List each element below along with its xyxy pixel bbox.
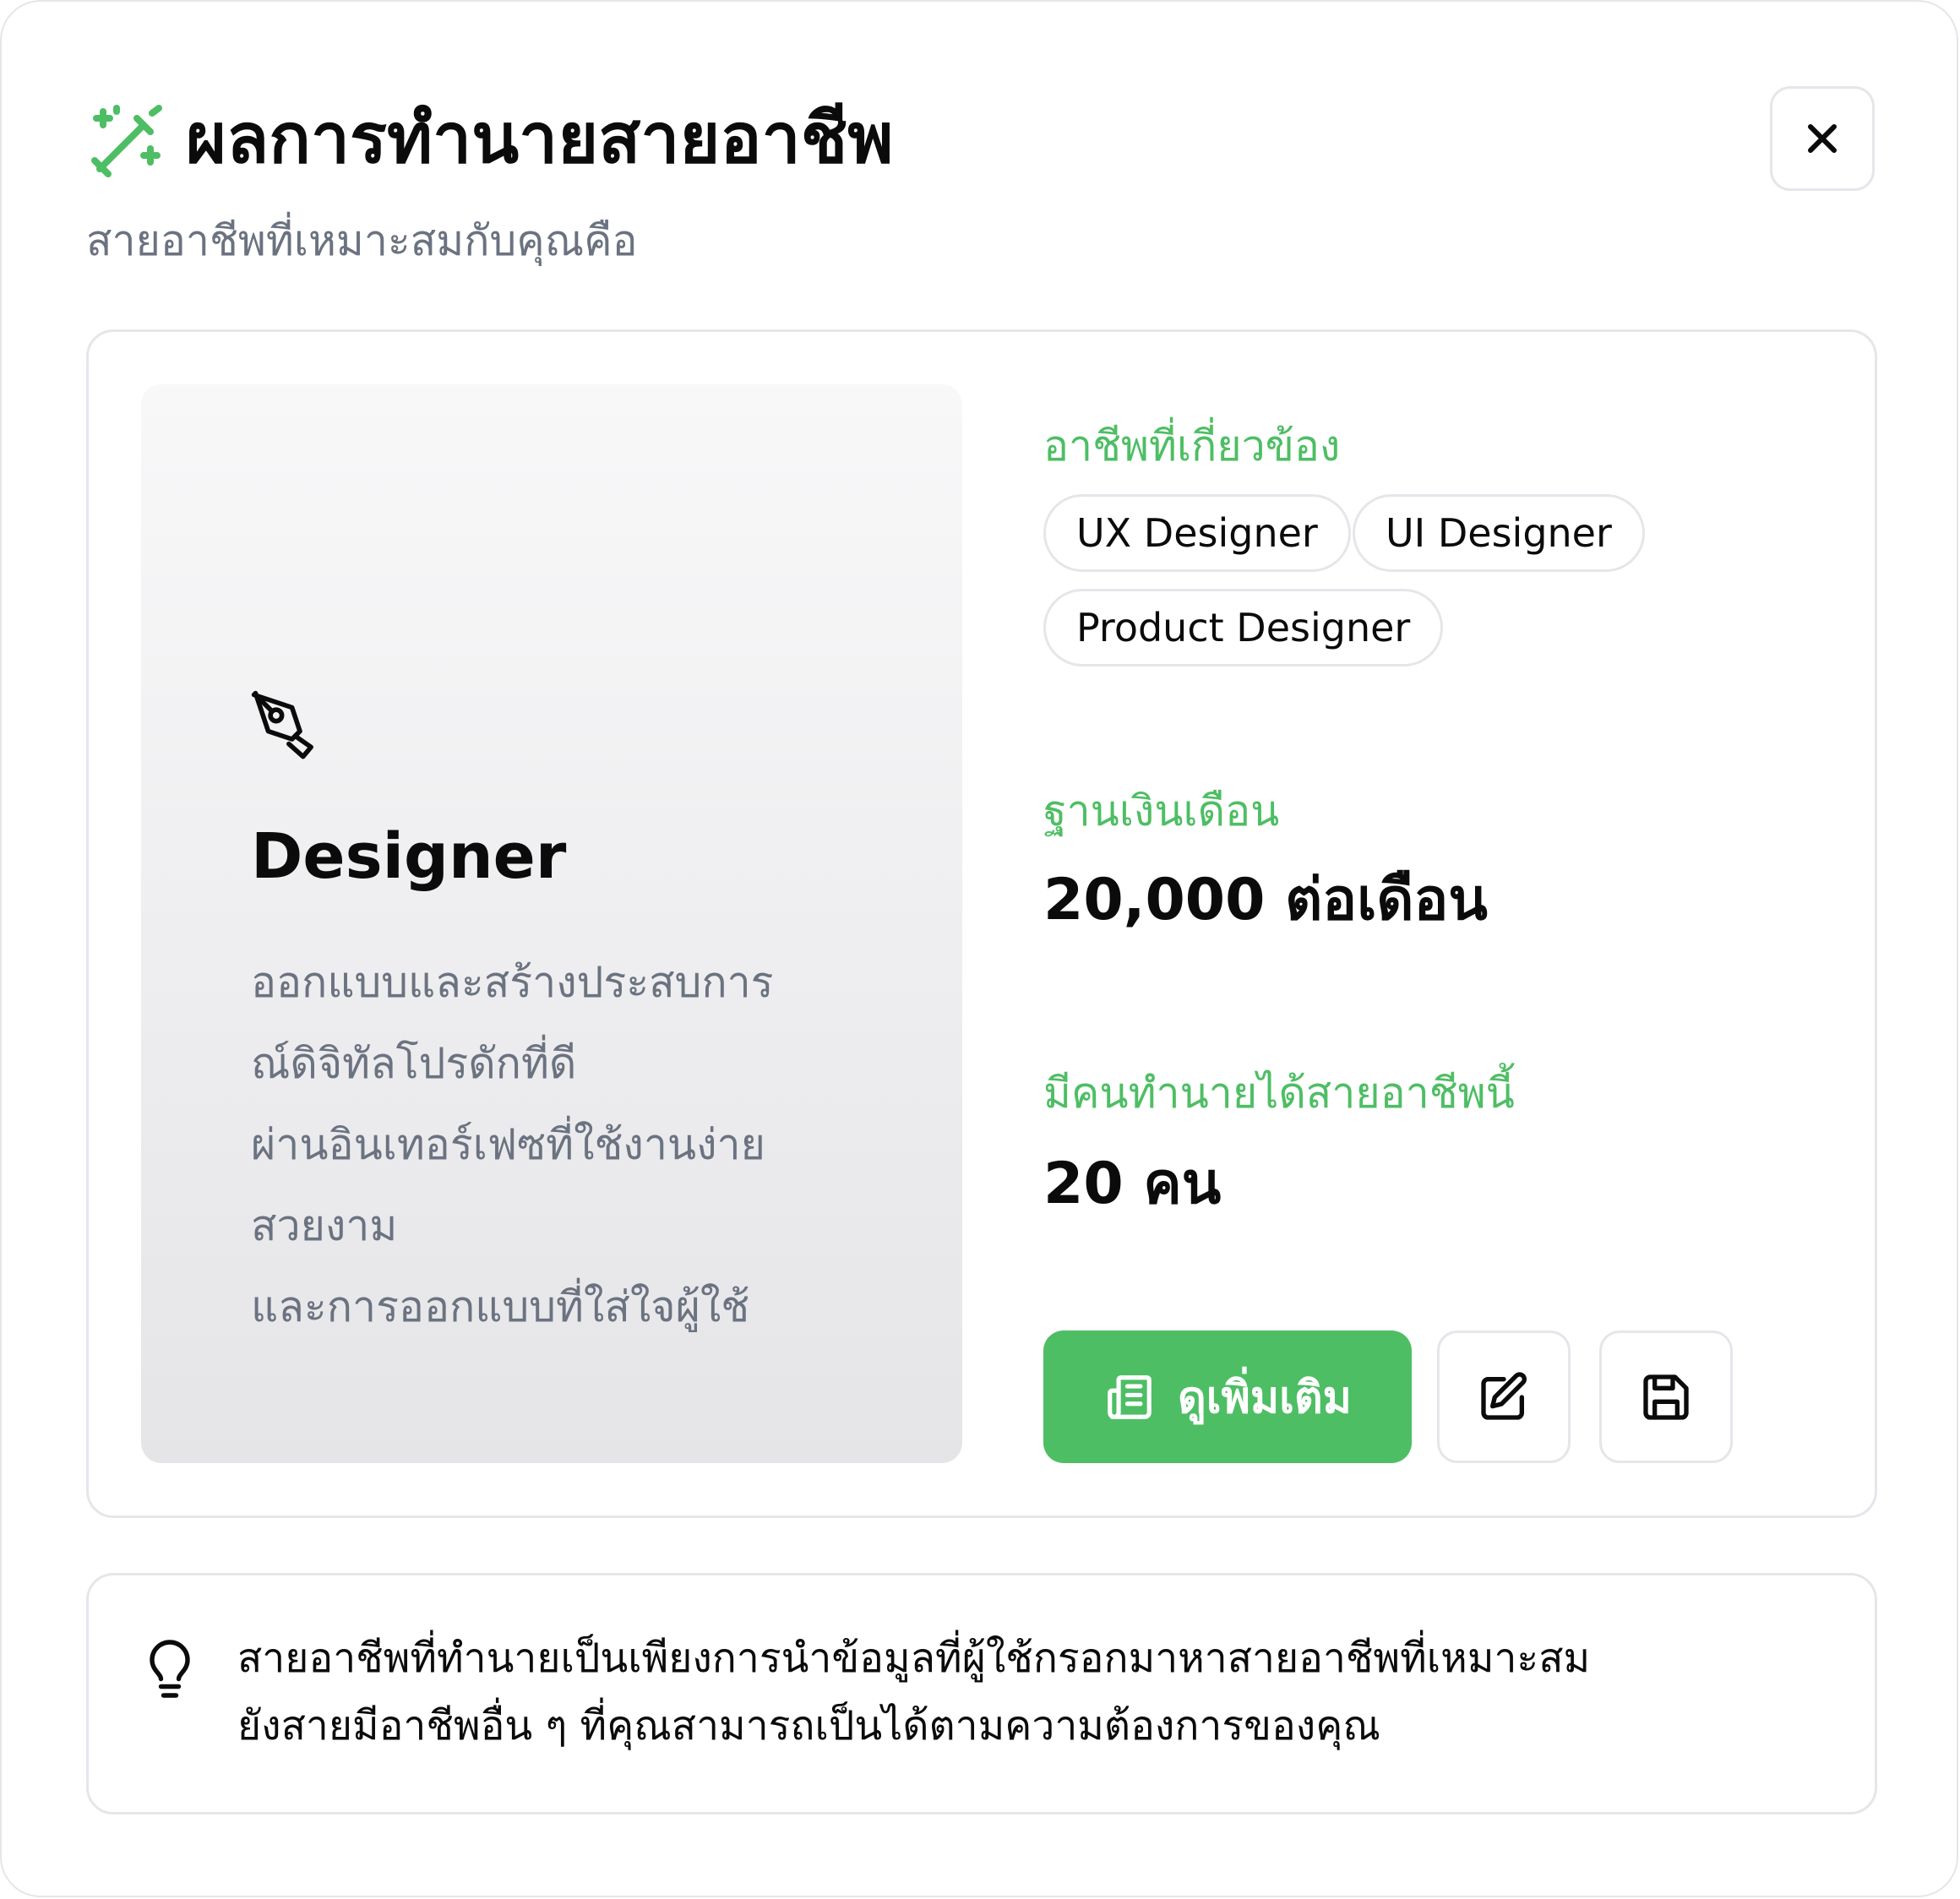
page-title: ผลการทำนายสายอาชีพ (186, 99, 894, 179)
close-icon (1808, 124, 1837, 153)
prediction-note: สายอาชีพที่ทำนายเป็นเพียงการนำข้อมูลที่ผ… (86, 1573, 1877, 1815)
salary-label: ฐานเงินเดือน (1043, 786, 1280, 835)
prediction-note-line: ยังสายมีอาชีพอื่น ๆ ที่คุณสามารถเป็นได้ต… (237, 1702, 1380, 1749)
career-prediction-dialog: ผลการทำนายสายอาชีพ สายอาชีพที่เหมาะสมกับ… (0, 0, 1958, 1897)
magic-wand-icon (91, 105, 162, 177)
page-subtitle: สายอาชีพที่เหมาะสมกับคุณคือ (86, 216, 638, 265)
related-career-chip[interactable]: Product Designer (1043, 589, 1444, 667)
career-description-line: ผ่านอินเทอร์เฟซที่ใช้งานง่าย (251, 1120, 765, 1169)
save-icon (1643, 1374, 1689, 1420)
prediction-note-text: สายอาชีพที่ทำนายเป็นเพียงการนำข้อมูลที่ผ… (237, 1624, 1843, 1760)
save-button[interactable] (1599, 1330, 1733, 1463)
predicted-count-label: มีคนทำนายได้สายอาชีพนี้ (1043, 1069, 1515, 1118)
career-description-line: ออกแบบและสร้างประสบการ (251, 958, 774, 1007)
see-more-button[interactable]: ดูเพิ่มเติม (1043, 1330, 1412, 1463)
career-description: ออกแบบและสร้างประสบการ ณ์ดิจิทัลโปรดักที… (251, 942, 944, 1347)
related-career-chip[interactable]: UX Designer (1043, 494, 1351, 572)
edit-button[interactable] (1437, 1330, 1571, 1463)
salary-value: 20,000 ต่อเดือน (1043, 867, 1488, 933)
career-description-line: ณ์ดิจิทัลโปรดักที่ดี (251, 1039, 577, 1088)
newspaper-icon (1108, 1374, 1152, 1419)
see-more-label: ดูเพิ่มเติม (1178, 1373, 1352, 1423)
career-panel: Designer ออกแบบและสร้างประสบการ ณ์ดิจิทั… (141, 384, 962, 1463)
lightbulb-icon (150, 1640, 190, 1698)
close-button[interactable] (1770, 86, 1875, 191)
predicted-count-value: 20 คน (1043, 1151, 1222, 1217)
career-description-line: สวยงาม (251, 1201, 398, 1250)
prediction-note-line: สายอาชีพที่ทำนายเป็นเพียงการนำข้อมูลที่ผ… (237, 1635, 1591, 1682)
related-career-chip[interactable]: UI Designer (1353, 494, 1645, 572)
career-card: Designer ออกแบบและสร้างประสบการ ณ์ดิจิทั… (86, 329, 1877, 1518)
related-careers-label: อาชีพที่เกี่ยวข้อง (1043, 422, 1341, 471)
pen-tool-icon (251, 690, 313, 759)
career-description-line: และการออกแบบที่ใส่ใจผู้ใช้ (251, 1282, 750, 1331)
career-name: Designer (251, 820, 567, 893)
edit-icon (1481, 1371, 1527, 1420)
